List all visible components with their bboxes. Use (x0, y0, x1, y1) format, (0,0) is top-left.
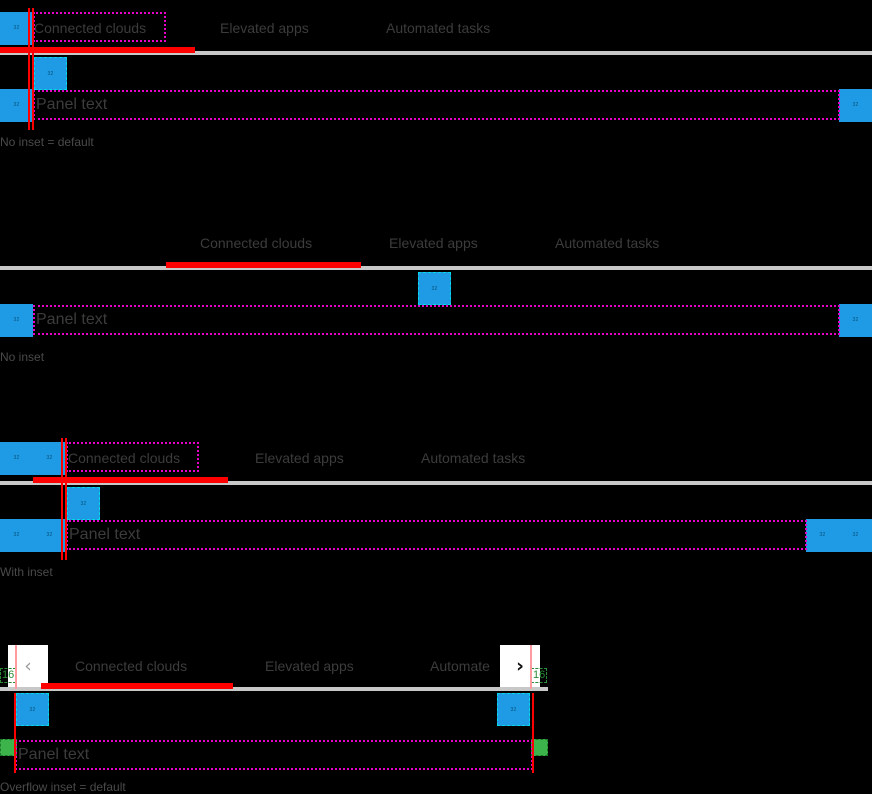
alignment-guide-left-1 (32, 8, 34, 130)
spacing-box-panel-right-outer-3: 32 (839, 519, 872, 552)
tab-elevated-apps-2[interactable]: Elevated apps (389, 223, 478, 263)
tab-connected-clouds-2[interactable]: Connected clouds (200, 223, 312, 263)
spacing-box-label: 32 (431, 286, 438, 292)
alignment-guide-left-3 (65, 438, 67, 560)
panel-text-3: Panel text (69, 526, 141, 543)
overflow-guide-left-4 (15, 645, 17, 689)
spacing-box-panel-right-4: 32 (497, 693, 530, 726)
section-caption-4: Overflow inset = default (0, 780, 126, 794)
spacing-box-label: 32 (13, 455, 20, 461)
panel-text-2: Panel text (36, 311, 108, 328)
spacing-box-panel-left-2: 32 (0, 304, 33, 337)
tab-elevated-apps-3[interactable]: Elevated apps (255, 438, 344, 478)
spacing-box-below-indicator-3: 32 (67, 487, 100, 520)
tab-indicator-4 (41, 683, 233, 689)
tab-elevated-apps-4[interactable]: Elevated apps (265, 645, 354, 687)
tab-automated-tasks-1[interactable]: Automated tasks (386, 8, 490, 48)
alignment-guide-left-inner-3 (61, 438, 63, 560)
tab-elevated-apps-1[interactable]: Elevated apps (220, 8, 309, 48)
spacing-box-below-indicator-2: 32 (418, 272, 451, 305)
tab-content-outline-3 (66, 442, 199, 472)
spacing-box-label: 32 (852, 532, 859, 538)
spacing-box-label: 32 (852, 317, 859, 323)
alignment-guide-left-4 (14, 693, 16, 773)
tab-automated-tasks-3[interactable]: Automated tasks (421, 438, 525, 478)
spacing-box-panel-right-inner-3: 32 (806, 519, 839, 552)
spacing-box-panel-left-outer-3: 32 (0, 519, 33, 552)
spacing-box-label: 32 (13, 532, 20, 538)
panel-content-outline-4 (15, 740, 533, 770)
tab-strip-4: Connected clouds Elevated apps Automate (0, 645, 872, 687)
tab-automated-tasks-2[interactable]: Automated tasks (555, 223, 659, 263)
overflow-guide-right-4 (530, 645, 532, 689)
section-caption-1: No inset = default (0, 135, 94, 149)
spacing-box-panel-right-1: 32 (839, 89, 872, 122)
tab-connected-clouds-4[interactable]: Connected clouds (75, 645, 187, 687)
spacing-box-panel-right-2: 32 (839, 304, 872, 337)
section-caption-2: No inset (0, 350, 45, 364)
panel-content-outline-2 (33, 305, 840, 335)
spacing-box-tab-left-outer-3: 32 (0, 442, 33, 475)
spacing-box-label: 32 (47, 71, 54, 77)
tab-content-outline-1 (33, 12, 166, 42)
spec-section-no-inset-default: Connected clouds Elevated apps Automated… (0, 0, 872, 160)
spacing-box-label: 32 (819, 532, 826, 538)
tab-automated-tasks-4[interactable]: Automate (430, 645, 490, 687)
spacing-box-label: 32 (80, 501, 87, 507)
spacing-box-label: 32 (852, 102, 859, 108)
panel-content-outline-1 (33, 90, 840, 120)
alignment-guide-right-4 (532, 693, 534, 773)
spacing-box-label: 32 (29, 707, 36, 713)
spec-section-overflow-inset-default: ‹ › Connected clouds Elevated apps Autom… (0, 645, 872, 794)
tab-strip-2: Connected clouds Elevated apps Automated… (0, 223, 872, 263)
spec-section-with-inset: Connected clouds Elevated apps Automated… (0, 430, 872, 595)
spacing-box-panel-left-4: 32 (16, 693, 49, 726)
inset-label-right-4: 16 (531, 668, 548, 683)
panel-text-4: Panel text (18, 746, 90, 763)
spacing-box-label: 32 (510, 707, 517, 713)
spacing-box-label: 32 (13, 317, 20, 323)
panel-text-1: Panel text (36, 96, 108, 113)
alignment-guide-left-inner-1 (28, 8, 30, 130)
section-caption-3: With inset (0, 565, 53, 579)
spec-section-no-inset: Connected clouds Elevated apps Automated… (0, 215, 872, 375)
tab-indicator-2 (166, 262, 361, 268)
panel-content-outline-3 (66, 520, 807, 550)
inset-label-left-4: 16 (0, 668, 17, 683)
spacing-box-below-indicator-1: 32 (34, 57, 67, 90)
tab-rule-2 (0, 266, 872, 270)
